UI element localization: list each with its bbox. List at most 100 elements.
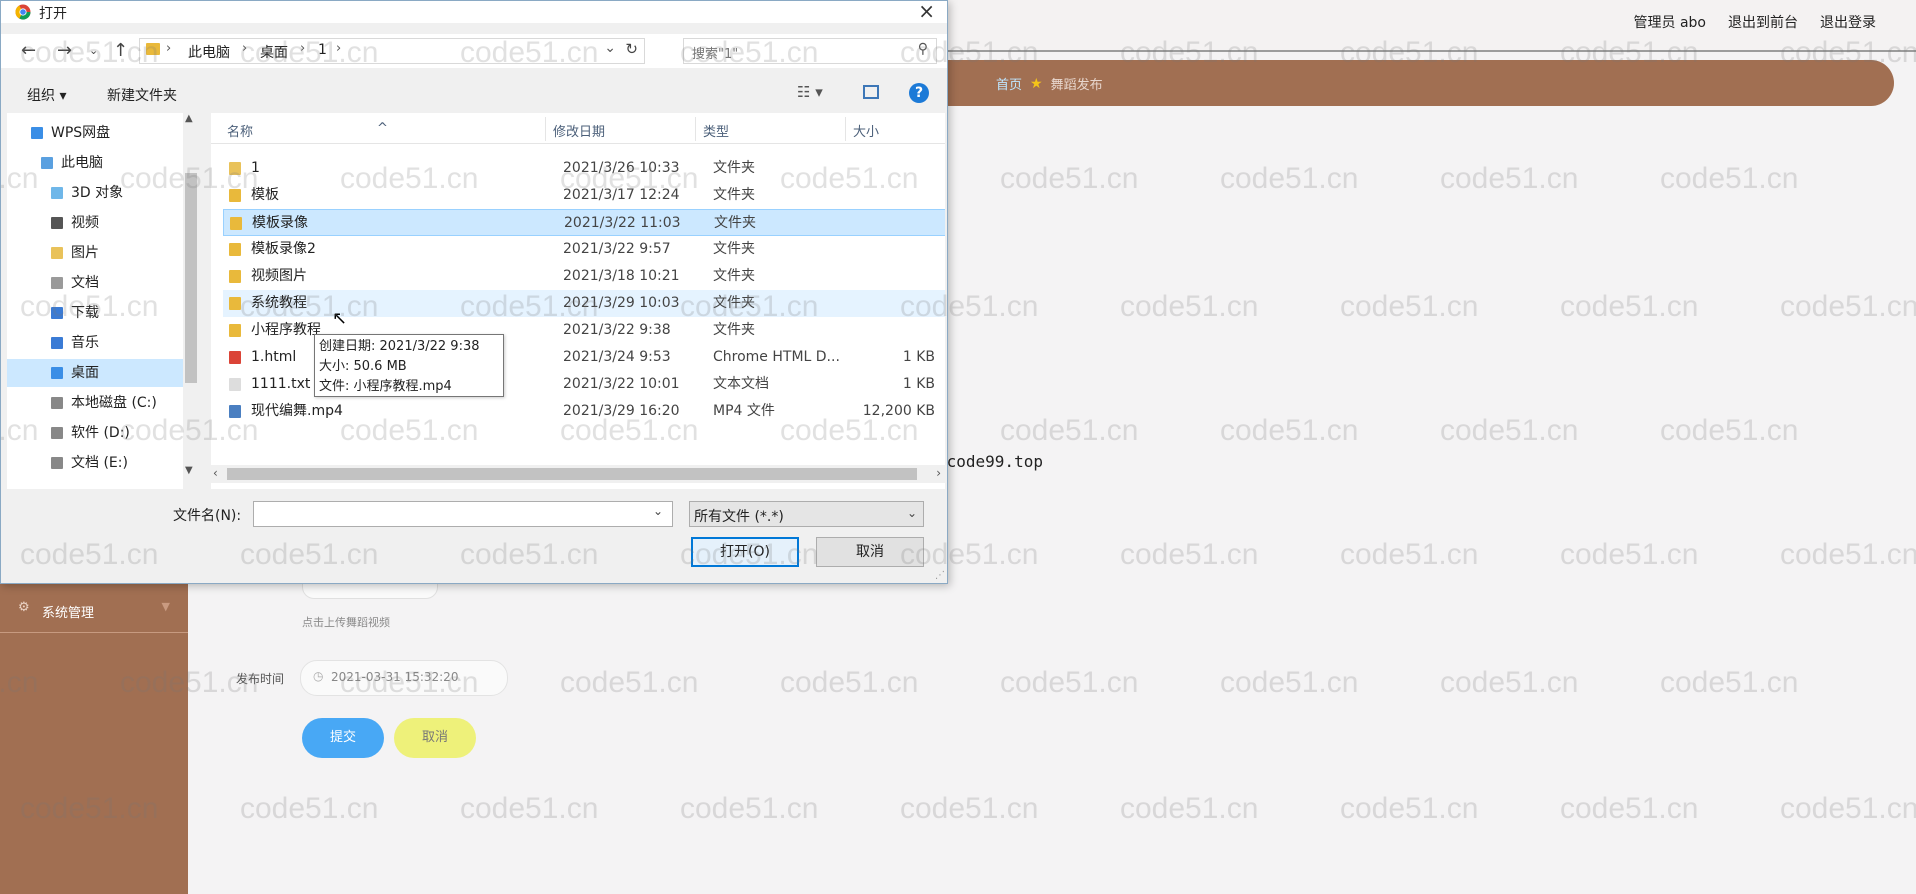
watermark-text: code51.cn bbox=[1220, 666, 1359, 699]
chevron-right-icon: › bbox=[336, 41, 342, 56]
nav-item[interactable]: 桌面 bbox=[7, 359, 183, 387]
address-segment[interactable]: 桌面 bbox=[260, 42, 288, 62]
watermark-text: code51.cn bbox=[1780, 792, 1916, 825]
preview-pane-icon[interactable] bbox=[863, 85, 879, 99]
nav-item-icon bbox=[51, 427, 63, 439]
clock-icon: ◷ bbox=[313, 669, 324, 683]
nav-item-icon bbox=[51, 187, 63, 199]
nav-item-label: 本地磁盘 (C:) bbox=[71, 395, 157, 411]
breadcrumb-current: 舞蹈发布 bbox=[1050, 78, 1103, 93]
file-row[interactable]: 模板录像 2021/3/22 11:03 文件夹 bbox=[223, 209, 945, 236]
watermark-text: code51.cn bbox=[240, 792, 379, 825]
nav-item[interactable]: 文档 (E:) bbox=[7, 449, 183, 477]
nav-item-icon bbox=[51, 277, 63, 289]
column-modified[interactable]: 修改日期 bbox=[553, 121, 605, 140]
exit-to-frontend-link[interactable]: 退出到前台 bbox=[1728, 12, 1798, 32]
chevron-right-icon: › bbox=[300, 41, 306, 56]
column-divider[interactable] bbox=[545, 117, 546, 141]
breadcrumb-home[interactable]: 首页 bbox=[996, 74, 1022, 93]
chrome-icon bbox=[15, 4, 31, 20]
cancel-button[interactable]: 取消 bbox=[394, 718, 476, 758]
filetype-select[interactable]: 所有文件 (*.*) ⌄ bbox=[689, 501, 924, 527]
file-size: 1 KB bbox=[902, 376, 935, 392]
recent-dropdown-icon[interactable]: ⌄ bbox=[89, 44, 98, 57]
logout-link[interactable]: 退出登录 bbox=[1820, 12, 1876, 32]
address-bar[interactable]: › 此电脑 › 桌面 › 1 › ⌄ ↻ bbox=[139, 38, 645, 64]
address-segment[interactable]: 此电脑 bbox=[188, 42, 230, 62]
nav-item-icon bbox=[51, 397, 63, 409]
new-folder-button[interactable]: 新建文件夹 bbox=[107, 85, 177, 105]
watermark-text: code51.cn bbox=[1220, 414, 1359, 447]
chevron-down-icon[interactable]: ▼ bbox=[185, 465, 193, 476]
nav-item[interactable]: 图片 bbox=[7, 239, 183, 267]
submit-button[interactable]: 提交 bbox=[302, 718, 384, 758]
watermark-text: code51.cn bbox=[1440, 162, 1579, 195]
close-icon[interactable]: × bbox=[918, 0, 935, 23]
forward-arrow-icon[interactable]: → bbox=[57, 40, 72, 61]
file-row[interactable]: 1 2021/3/26 10:33 文件夹 bbox=[223, 155, 945, 182]
search-icon: ⚲ bbox=[917, 41, 928, 57]
dialog-title: 打开 bbox=[39, 6, 67, 22]
column-divider[interactable] bbox=[695, 117, 696, 141]
organize-button[interactable]: 组织 ▾ bbox=[27, 85, 66, 105]
chevron-down-icon[interactable]: ⌄ bbox=[653, 504, 663, 518]
open-button[interactable]: 打开(O) bbox=[691, 537, 799, 567]
resize-grip-icon[interactable]: ⋰ bbox=[935, 570, 945, 581]
file-name: 视频图片 bbox=[251, 268, 307, 284]
back-arrow-icon[interactable]: ← bbox=[21, 40, 36, 61]
column-type[interactable]: 类型 bbox=[703, 121, 729, 140]
address-segment[interactable]: 1 bbox=[318, 42, 327, 58]
file-row[interactable]: 视频图片 2021/3/18 10:21 文件夹 bbox=[223, 263, 945, 290]
file-name: 模板 bbox=[251, 187, 279, 203]
file-row[interactable]: 模板 2021/3/17 12:24 文件夹 bbox=[223, 182, 945, 209]
scrollbar-thumb[interactable] bbox=[185, 173, 197, 383]
nav-item[interactable]: 本地磁盘 (C:) bbox=[7, 389, 183, 417]
address-row: ← → ⌄ ↑ › 此电脑 › 桌面 › 1 › ⌄ ↻ 搜索"1" ⚲ bbox=[1, 34, 947, 68]
file-icon bbox=[229, 324, 241, 337]
file-list-hscrollbar[interactable]: ‹ › bbox=[211, 465, 945, 483]
file-name: 小程序教程 bbox=[251, 322, 321, 338]
nav-item[interactable]: 3D 对象 bbox=[7, 179, 183, 207]
filetype-value: 所有文件 (*.*) bbox=[694, 509, 784, 525]
sidebar-item-system-management[interactable]: ⚙ 系统管理 ▼ bbox=[0, 590, 188, 633]
watermark-text: code51.cn bbox=[1560, 290, 1699, 323]
file-open-dialog: 打开 × ← → ⌄ ↑ › 此电脑 › 桌面 › 1 › ⌄ ↻ 搜索"1" … bbox=[0, 0, 948, 584]
view-options-icon[interactable]: ☷ ▾ bbox=[797, 83, 823, 101]
chevron-right-icon: › bbox=[166, 41, 172, 56]
watermark-text: code51.cn bbox=[900, 792, 1039, 825]
column-name[interactable]: 名称 bbox=[227, 121, 253, 140]
nav-item[interactable]: 下载 bbox=[7, 299, 183, 327]
refresh-icon[interactable]: ↻ bbox=[625, 40, 638, 58]
help-icon[interactable]: ? bbox=[909, 83, 929, 103]
admin-user-label: 管理员 abo bbox=[1633, 15, 1706, 31]
file-type: 文件夹 bbox=[714, 215, 756, 231]
scrollbar-thumb[interactable] bbox=[227, 468, 917, 480]
file-row[interactable]: 现代编舞.mp4 2021/3/29 16:20 MP4 文件 12,200 KB bbox=[223, 398, 945, 425]
publish-time-input[interactable]: ◷ 2021-03-31 15:32:20 bbox=[300, 660, 508, 696]
nav-item[interactable]: 文档 bbox=[7, 269, 183, 297]
nav-item[interactable]: 视频 bbox=[7, 209, 183, 237]
column-divider[interactable] bbox=[845, 117, 846, 141]
chevron-left-icon[interactable]: ‹ bbox=[213, 466, 218, 480]
filename-input[interactable] bbox=[253, 501, 673, 527]
file-date: 2021/3/29 16:20 bbox=[563, 403, 680, 419]
mouse-cursor-icon: ↖ bbox=[332, 308, 348, 329]
nav-item[interactable]: 此电脑 bbox=[7, 149, 183, 177]
column-size[interactable]: 大小 bbox=[853, 121, 879, 140]
nav-item[interactable]: 音乐 bbox=[7, 329, 183, 357]
chevron-down-icon[interactable]: ⌄ bbox=[604, 40, 616, 56]
file-size: 1 KB bbox=[902, 349, 935, 365]
nav-scrollbar[interactable]: ▲ ▼ bbox=[183, 113, 199, 489]
file-row[interactable]: 模板录像2 2021/3/22 9:57 文件夹 bbox=[223, 236, 945, 263]
up-arrow-icon[interactable]: ↑ bbox=[113, 40, 128, 61]
file-date: 2021/3/22 9:57 bbox=[563, 241, 671, 257]
nav-item[interactable]: WPS网盘 bbox=[7, 119, 183, 147]
dialog-cancel-button[interactable]: 取消 bbox=[816, 537, 924, 567]
chevron-right-icon[interactable]: › bbox=[936, 466, 941, 480]
nav-item[interactable]: 软件 (D:) bbox=[7, 419, 183, 447]
search-input[interactable]: 搜索"1" ⚲ bbox=[683, 38, 937, 64]
chevron-down-icon: ▼ bbox=[161, 600, 170, 613]
publish-time-value: 2021-03-31 15:32:20 bbox=[331, 670, 459, 684]
nav-item-icon bbox=[51, 307, 63, 319]
chevron-up-icon[interactable]: ▲ bbox=[185, 113, 193, 124]
